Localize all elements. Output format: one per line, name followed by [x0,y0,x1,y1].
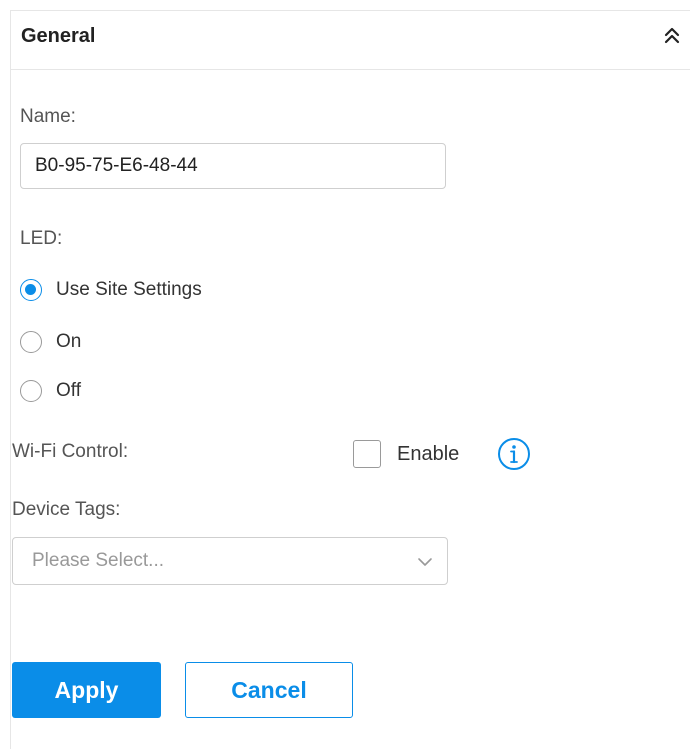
radio-button[interactable] [20,331,42,353]
led-option-use-site-settings[interactable]: Use Site Settings [20,275,202,305]
enable-checkbox[interactable] [353,440,381,468]
info-icon[interactable] [497,437,531,471]
radio-label: Use Site Settings [56,279,202,300]
device-tags-select[interactable]: Please Select... [12,537,448,585]
enable-label: Enable [397,442,460,465]
name-input[interactable] [20,143,446,189]
select-placeholder: Please Select... [32,550,165,571]
led-label: LED: [20,228,63,249]
name-label: Name: [20,106,76,127]
wifi-control-enable[interactable]: Enable [353,439,459,469]
radio-button[interactable] [20,380,42,402]
radio-button[interactable] [20,279,42,301]
radio-label: Off [56,380,81,401]
general-panel: General [10,10,690,749]
section-header[interactable]: General [11,11,690,70]
device-tags-label: Device Tags: [12,499,121,520]
wifi-control-label: Wi-Fi Control: [12,441,129,462]
chevron-down-icon [417,554,433,570]
section-title: General [21,25,96,47]
led-option-on[interactable]: On [20,327,81,357]
radio-label: On [56,331,82,352]
apply-button[interactable]: Apply [12,662,161,718]
led-option-off[interactable]: Off [20,376,81,406]
double-chevron-up-icon[interactable] [660,23,684,47]
cancel-button[interactable]: Cancel [185,662,353,718]
